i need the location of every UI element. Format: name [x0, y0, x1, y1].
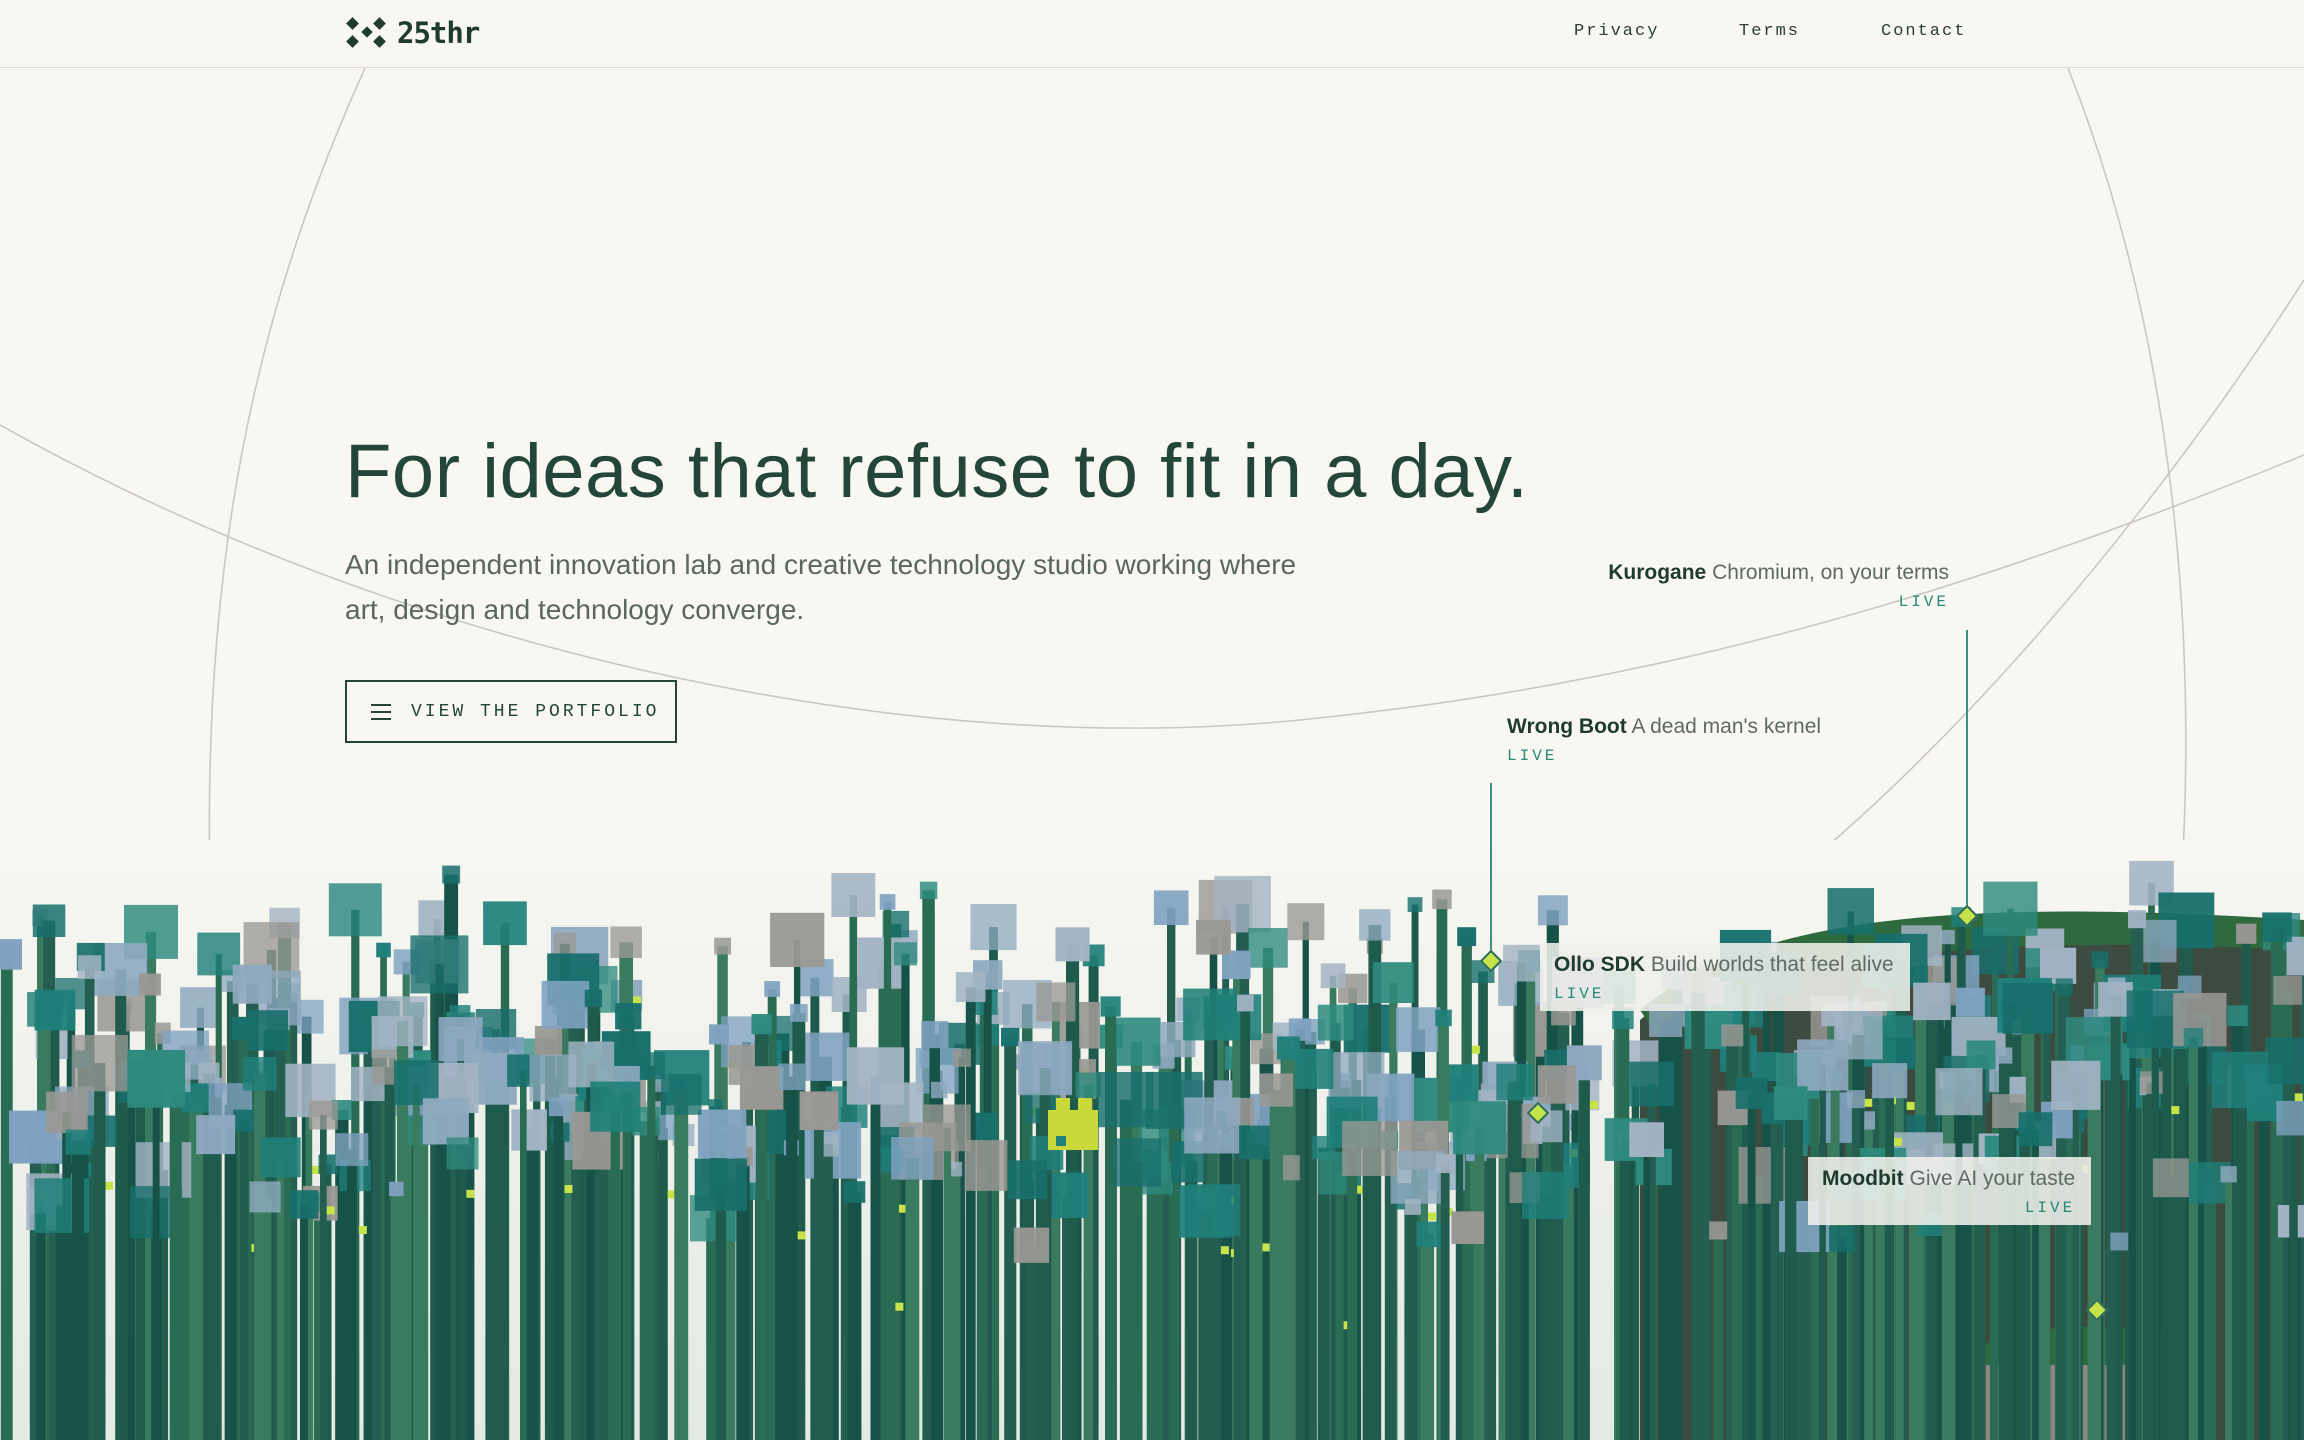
status-badge: LIVE [2024, 1199, 2076, 1217]
project-name: Wrong Boot [1507, 715, 1627, 738]
voxel-garden-illustration [0, 840, 2304, 1440]
project-tagline: A dead man's kernel [1631, 715, 1822, 738]
project-name: Ollo SDK [1554, 953, 1646, 976]
kurogane-pin-line [1966, 630, 1968, 915]
hero-subtitle: An independent innovation lab and creati… [345, 549, 1297, 625]
hero-headline: For ideas that refuse to fit in a day. [345, 429, 1529, 514]
status-badge: LIVE [1554, 985, 1605, 1003]
project-tagline: Give AI your taste [1909, 1167, 2076, 1190]
view-portfolio-label: VIEW THE PORTFOLIO [411, 701, 660, 722]
project-kurogane[interactable]: Kurogane Chromium, on your terms LIVE [1608, 561, 1949, 611]
project-moodbit[interactable]: Moodbit Give AI your taste LIVE [1808, 1157, 2092, 1225]
nav-terms[interactable]: Terms [1739, 22, 1800, 41]
project-wrong-boot[interactable]: Wrong Boot A dead man's kernel LIVE [1507, 715, 1821, 765]
logo[interactable]: 25thr [345, 16, 480, 50]
logo-text: 25thr [397, 16, 480, 50]
project-tagline: Chromium, on your terms [1712, 561, 1949, 584]
project-name: Kurogane [1608, 561, 1707, 584]
project-name: Moodbit [1822, 1167, 1904, 1190]
menu-icon [371, 703, 391, 720]
status-badge: LIVE [1507, 747, 1558, 765]
logo-mark-icon [346, 17, 386, 48]
site-header: 25thr Privacy Terms Contact [0, 0, 2304, 68]
status-badge: LIVE [1898, 593, 1949, 611]
wrong-boot-pin-line [1490, 783, 1492, 953]
project-tagline: Build worlds that feel alive [1650, 953, 1894, 976]
view-portfolio-button[interactable]: VIEW THE PORTFOLIO [345, 680, 677, 743]
nav-privacy[interactable]: Privacy [1574, 22, 1659, 41]
project-ollo-sdk[interactable]: Ollo SDK Build worlds that feel alive LI… [1540, 943, 1910, 1011]
nav-contact[interactable]: Contact [1881, 22, 1966, 41]
